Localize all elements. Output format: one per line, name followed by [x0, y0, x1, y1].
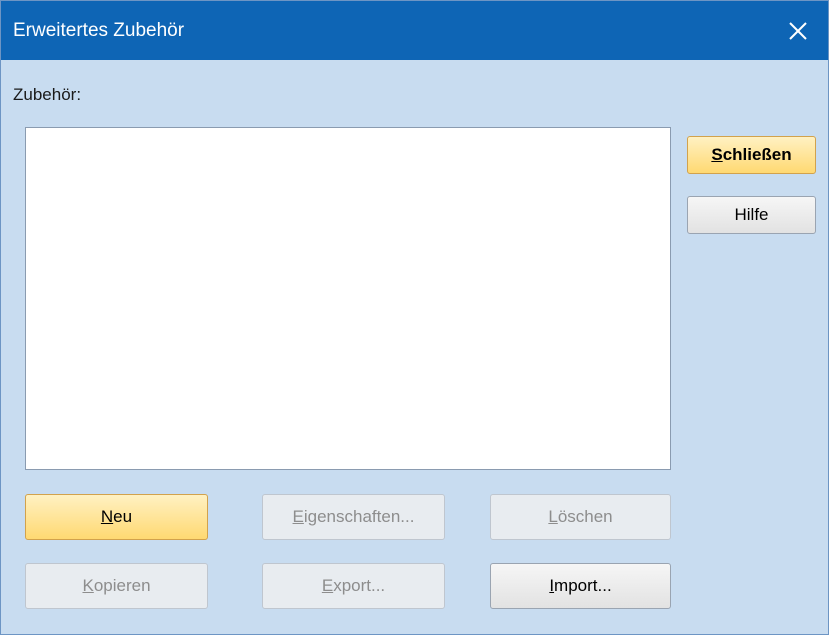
- close-button[interactable]: Schließen: [687, 136, 816, 174]
- copy-button-label: opieren: [93, 576, 151, 595]
- delete-button-mnemonic: L: [548, 507, 558, 526]
- new-button-mnemonic: N: [100, 507, 114, 526]
- export-button-label: xport...: [333, 576, 386, 595]
- new-button[interactable]: Neu: [25, 494, 208, 540]
- window-title: Erweitertes Zubehör: [13, 20, 185, 41]
- help-button-label: Hilfe: [734, 205, 769, 224]
- close-icon: [789, 21, 807, 40]
- delete-button[interactable]: Löschen: [490, 494, 671, 540]
- close-button-mnemonic: S: [711, 145, 723, 164]
- import-button[interactable]: Import...: [490, 563, 671, 609]
- close-window-button[interactable]: [768, 1, 828, 60]
- help-button[interactable]: Hilfe: [687, 196, 816, 234]
- accessories-list[interactable]: [25, 127, 671, 470]
- copy-button-mnemonic: K: [82, 576, 94, 595]
- dialog-window: Erweitertes Zubehör Zubehör: Schließen H…: [0, 0, 829, 635]
- export-button[interactable]: Export...: [262, 563, 445, 609]
- close-button-label: chließen: [722, 145, 792, 164]
- properties-button-mnemonic: E: [292, 507, 304, 526]
- properties-button-label: igenschaften...: [303, 507, 415, 526]
- import-button-label: mport...: [554, 576, 612, 595]
- properties-button[interactable]: Eigenschaften...: [262, 494, 445, 540]
- accessories-label: Zubehör:: [13, 85, 82, 104]
- copy-button[interactable]: Kopieren: [25, 563, 208, 609]
- delete-button-label: öschen: [557, 507, 613, 526]
- new-button-label: eu: [113, 507, 133, 526]
- export-button-mnemonic: E: [321, 576, 334, 595]
- title-bar: Erweitertes Zubehör: [1, 1, 828, 60]
